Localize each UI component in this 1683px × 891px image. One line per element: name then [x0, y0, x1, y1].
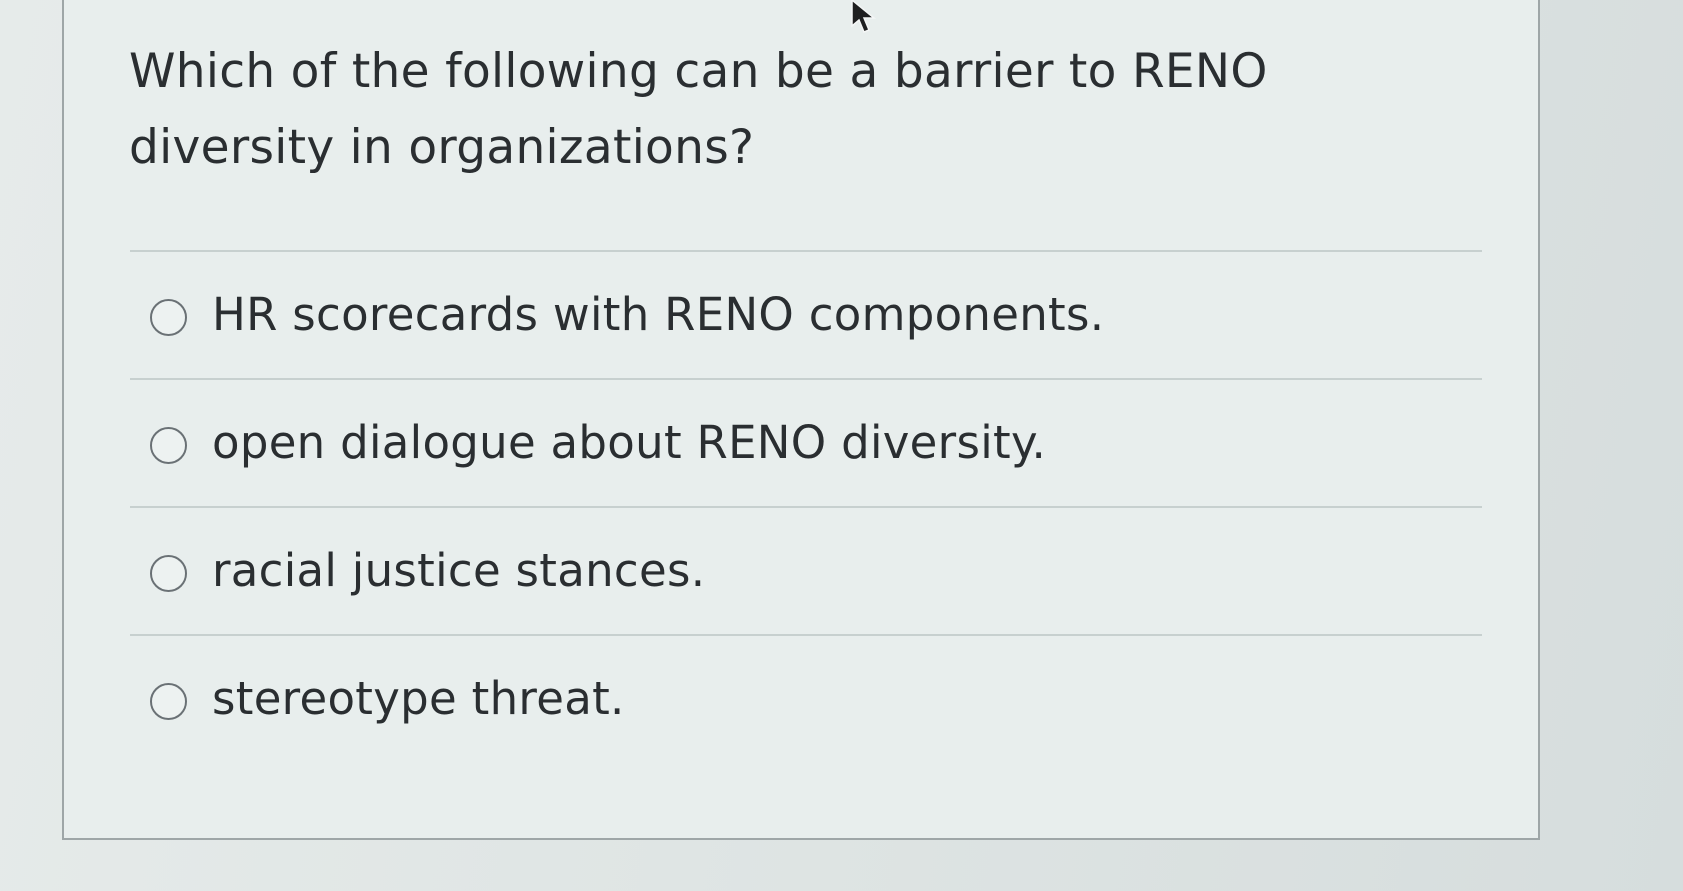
answer-label[interactable]: HR scorecards with RENO components.: [212, 285, 1104, 345]
answer-list: HR scorecards with RENO components. open…: [130, 250, 1482, 762]
radio-button-icon[interactable]: [150, 299, 187, 336]
answer-label[interactable]: stereotype threat.: [212, 669, 625, 729]
question-text: Which of the following can be a barrier …: [129, 44, 1268, 175]
answer-option-4[interactable]: stereotype threat.: [130, 634, 1482, 762]
answer-option-2[interactable]: open dialogue about RENO diversity.: [130, 378, 1482, 506]
answer-option-1[interactable]: HR scorecards with RENO components.: [130, 250, 1482, 378]
answer-label[interactable]: open dialogue about RENO diversity.: [212, 413, 1046, 473]
screen: Which of the following can be a barrier …: [0, 0, 1683, 891]
radio-button-icon[interactable]: [150, 683, 187, 720]
question-card: Which of the following can be a barrier …: [62, 0, 1540, 840]
answer-label[interactable]: racial justice stances.: [212, 541, 705, 601]
answer-option-3[interactable]: racial justice stances.: [130, 506, 1482, 634]
mouse-pointer-icon: [851, 0, 877, 33]
radio-button-icon[interactable]: [150, 555, 187, 592]
radio-button-icon[interactable]: [150, 427, 187, 464]
